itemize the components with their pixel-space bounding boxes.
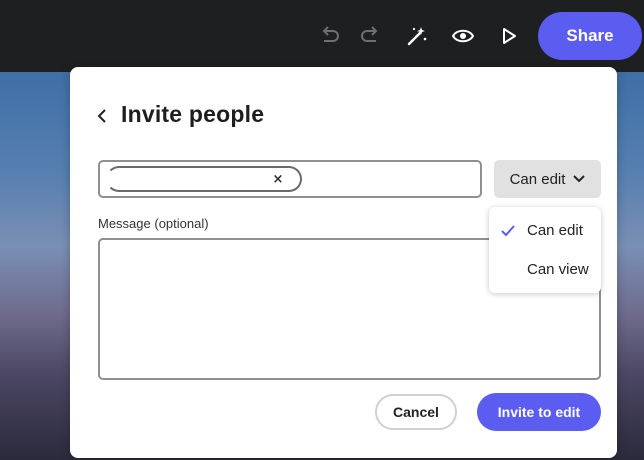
play-icon[interactable] bbox=[497, 24, 521, 48]
chevron-down-icon bbox=[573, 175, 586, 183]
magic-wand-icon[interactable] bbox=[405, 24, 429, 48]
top-toolbar: Share bbox=[0, 0, 644, 72]
preview-eye-icon[interactable] bbox=[451, 24, 475, 48]
back-chevron-icon[interactable] bbox=[94, 105, 110, 127]
invite-email-field[interactable]: × bbox=[98, 160, 482, 198]
checkmark-icon bbox=[489, 224, 527, 236]
permission-dropdown[interactable]: Can edit bbox=[494, 160, 601, 198]
invite-to-edit-button[interactable]: Invite to edit bbox=[477, 393, 601, 431]
message-label: Message (optional) bbox=[98, 216, 209, 231]
menu-item-label: Can view bbox=[527, 260, 589, 278]
undo-icon[interactable] bbox=[318, 24, 342, 48]
permission-selected: Can edit bbox=[509, 170, 566, 188]
dialog-title: Invite people bbox=[121, 101, 265, 127]
redo-icon[interactable] bbox=[358, 24, 382, 48]
remove-chip-icon[interactable]: × bbox=[270, 170, 286, 188]
menu-item-can-view[interactable]: Can view bbox=[489, 250, 601, 288]
share-button[interactable]: Share bbox=[538, 12, 642, 60]
menu-item-label: Can edit bbox=[527, 221, 583, 239]
cancel-button[interactable]: Cancel bbox=[375, 394, 457, 430]
menu-item-can-edit[interactable]: Can edit bbox=[489, 211, 601, 249]
invitee-chip: × bbox=[106, 166, 302, 192]
permission-menu: Can edit Can view bbox=[489, 207, 601, 293]
